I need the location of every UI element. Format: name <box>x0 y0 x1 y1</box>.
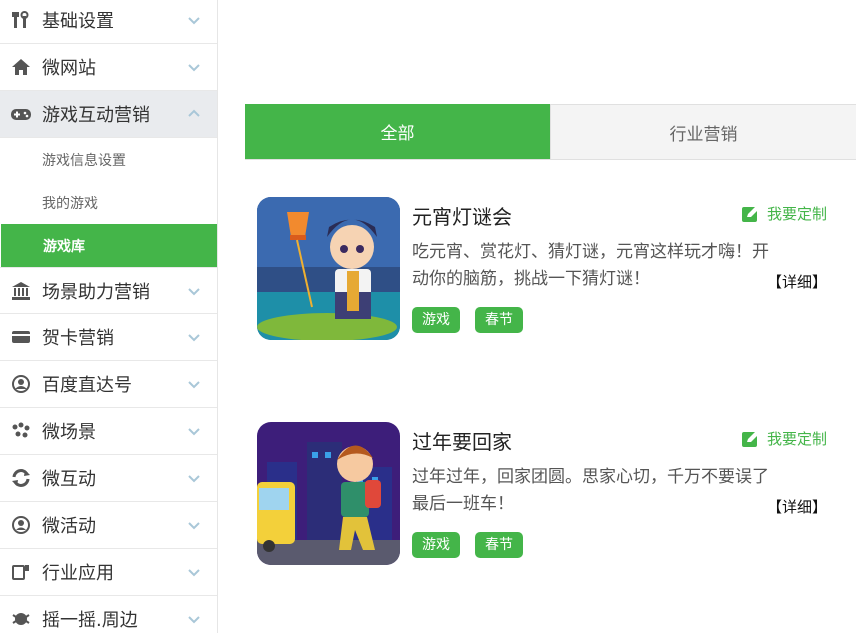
tab-all[interactable]: 全部 <box>245 104 550 159</box>
nav-item-micro-activity[interactable]: 微活动 <box>0 502 217 549</box>
tag-badge: 游戏 <box>412 307 460 333</box>
nav-label: 微活动 <box>42 516 96 537</box>
shake-icon <box>10 608 32 630</box>
chevron-down-icon <box>188 616 200 624</box>
customize-label: 我要定制 <box>766 430 827 448</box>
nav-label: 贺卡营销 <box>42 328 114 349</box>
detail-link[interactable]: 【详细】 <box>767 496 827 517</box>
tools-icon <box>10 9 32 31</box>
nav-item-micro-interaction[interactable]: 微互动 <box>0 455 217 502</box>
nav-label: 场景助力营销 <box>42 281 150 303</box>
tag-badge: 春节 <box>475 532 523 558</box>
customize-link[interactable]: 我要定制 <box>741 203 827 224</box>
nav-label: 摇一摇.周边 <box>42 610 138 631</box>
nav-item-industry-apps[interactable]: 行业应用 <box>0 549 217 596</box>
chevron-down-icon <box>188 428 200 436</box>
customize-label: 我要定制 <box>766 205 827 223</box>
sidebar: 基础设置 微网站 游戏互动营销 游戏信息设置 我的游戏 游戏库 场景助力营销 贺… <box>0 0 218 633</box>
sub-item-my-games[interactable]: 我的游戏 <box>0 181 217 224</box>
detail-link[interactable]: 【详细】 <box>767 271 827 292</box>
nav-label: 微网站 <box>42 58 96 79</box>
nav-item-scene-marketing[interactable]: 场景助力营销 <box>0 267 217 314</box>
filter-tabs: 全部 行业营销 <box>245 104 856 160</box>
refresh-icon <box>10 467 32 489</box>
tag-badge: 春节 <box>475 307 523 333</box>
nav-item-greeting-cards[interactable]: 贺卡营销 <box>0 314 217 361</box>
nav-label: 游戏互动营销 <box>42 105 150 126</box>
activity-icon <box>10 514 32 536</box>
card-icon <box>10 326 32 348</box>
chevron-down-icon <box>188 17 200 25</box>
nav-item-basic-settings[interactable]: 基础设置 <box>0 0 217 44</box>
chevron-down-icon <box>188 64 200 72</box>
nav-label: 行业应用 <box>42 563 114 584</box>
nav-label: 微场景 <box>42 422 96 443</box>
game-description: 过年过年，回家团圆。思家心切，千万不要误了最后一班车！ <box>412 467 769 514</box>
game-thumbnail-going-home[interactable] <box>257 422 400 565</box>
game-title[interactable]: 元宵灯谜会 <box>412 201 512 230</box>
tag-list: 游戏 春节 <box>412 307 523 333</box>
nav-item-micro-scenes[interactable]: 微场景 <box>0 408 217 455</box>
nav-item-micro-site[interactable]: 微网站 <box>0 44 217 91</box>
gamepad-icon <box>10 103 32 125</box>
bank-icon <box>10 280 32 302</box>
nav-label: 基础设置 <box>42 11 114 32</box>
chevron-down-icon <box>188 475 200 483</box>
chevron-down-icon <box>188 334 200 342</box>
chevron-down-icon <box>188 522 200 530</box>
tag-badge: 游戏 <box>412 532 460 558</box>
game-card: 元宵灯谜会 我要定制 吃元宵、赏花灯、猜灯谜，元宵这样玩才嗨！开动你的脑筋，挑战… <box>257 197 847 342</box>
game-card: 过年要回家 我要定制 过年过年，回家团圆。思家心切，千万不要误了最后一班车！ 【… <box>257 422 847 567</box>
home-icon <box>10 56 32 78</box>
chevron-down-icon <box>188 287 200 295</box>
nav-item-baidu-direct[interactable]: 百度直达号 <box>0 361 217 408</box>
nav-label: 百度直达号 <box>42 375 132 396</box>
nav-item-game-marketing[interactable]: 游戏互动营销 <box>0 91 217 138</box>
nav-label: 微互动 <box>42 469 96 490</box>
nav-item-shake[interactable]: 摇一摇.周边 <box>0 596 217 633</box>
game-description: 吃元宵、赏花灯、猜灯谜，元宵这样玩才嗨！开动你的脑筋，挑战一下猜灯谜！ <box>412 242 769 289</box>
tab-industry-marketing[interactable]: 行业营销 <box>550 104 856 159</box>
chevron-down-icon <box>188 569 200 577</box>
game-title[interactable]: 过年要回家 <box>412 426 512 455</box>
game-thumbnail-lantern[interactable] <box>257 197 400 340</box>
apps-icon <box>10 561 32 583</box>
chevron-down-icon <box>188 381 200 389</box>
scenes-icon <box>10 420 32 442</box>
sub-item-game-library[interactable]: 游戏库 <box>1 224 217 267</box>
sub-item-game-info-settings[interactable]: 游戏信息设置 <box>0 138 217 181</box>
edit-icon <box>741 205 759 222</box>
customize-link[interactable]: 我要定制 <box>741 428 827 449</box>
tag-list: 游戏 春节 <box>412 532 523 558</box>
search-person-icon <box>10 373 32 395</box>
edit-icon <box>741 430 759 447</box>
chevron-up-icon <box>188 109 200 117</box>
